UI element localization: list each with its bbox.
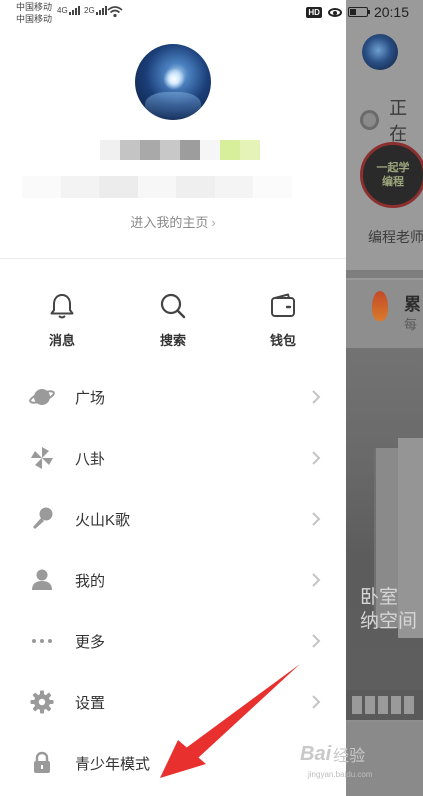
chevron-right-icon	[312, 390, 321, 404]
menu-item-more[interactable]: 更多	[0, 619, 346, 663]
profile-home-link[interactable]: 进入我的主页 ›	[0, 212, 346, 231]
battery-icon	[347, 7, 370, 17]
chevron-right-icon	[312, 634, 321, 648]
watermark-url: jingyan.baidu.com	[308, 770, 373, 779]
watermark-brand-cn: 经验	[333, 748, 366, 765]
carrier-2: 中国移动	[16, 14, 53, 24]
background-live-row: 正在	[360, 94, 423, 146]
divider	[0, 258, 346, 259]
background-app-content: 正在 一起学 编程 编程老师 累 每 卧室 纳空间	[346, 0, 423, 796]
badge-line-1: 一起学	[376, 162, 410, 174]
background-avatar	[362, 34, 398, 70]
chevron-right-icon: ›	[211, 215, 216, 230]
menu-item-label: 火山K歌	[75, 511, 131, 529]
watermark-brand: Bai	[300, 742, 332, 765]
pinwheel-icon	[29, 445, 55, 471]
chevron-right-icon	[312, 695, 321, 709]
background-teacher-text: 编程老师	[368, 229, 423, 245]
menu-item-label: 八卦	[75, 450, 106, 468]
quick-action-search[interactable]: 搜索	[143, 292, 203, 349]
background-card-title: 累	[404, 295, 421, 314]
live-icon	[360, 110, 380, 130]
menu-item-label: 青少年模式	[75, 755, 151, 773]
menu-item-karaoke[interactable]: 火山K歌	[0, 497, 346, 541]
menu-item-square[interactable]: 广场	[0, 375, 346, 419]
side-drawer: 进入我的主页 › 消息 搜索 钱包 广场 八卦 火山K歌 我的 更多 设置 青少…	[0, 0, 346, 796]
background-card-sub: 每	[404, 317, 418, 332]
flame-icon	[372, 291, 388, 321]
menu-item-label: 设置	[75, 694, 106, 712]
hd-badge: HD	[306, 6, 322, 18]
menu-item-teen-mode[interactable]: 青少年模式	[0, 741, 346, 785]
search-icon	[160, 293, 186, 319]
chevron-right-icon	[312, 573, 321, 587]
person-icon	[29, 567, 55, 593]
quick-action-messages[interactable]: 消息	[32, 292, 92, 349]
baidu-watermark: Bai 经验	[300, 742, 365, 766]
menu-item-settings[interactable]: 设置	[0, 680, 346, 724]
background-live-text: 正在	[389, 98, 408, 144]
home-link-label[interactable]: 进入我的主页	[130, 215, 208, 230]
network-type-2: 2G	[84, 6, 95, 15]
more-dots-icon	[29, 628, 55, 654]
quick-action-wallet[interactable]: 钱包	[253, 292, 313, 349]
clock: 20:15	[373, 4, 409, 20]
gear-icon	[29, 689, 55, 715]
background-course-badge: 一起学 编程	[360, 142, 423, 208]
wallet-icon	[271, 293, 295, 317]
profile-name-blurred	[100, 140, 260, 160]
lock-icon	[29, 750, 55, 776]
chevron-right-icon	[312, 451, 321, 465]
status-bar: 中国移动 中国移动 4G 2G HD 20:15	[0, 0, 423, 28]
quick-action-label: 消息	[48, 333, 75, 348]
carrier-info: 中国移动 中国移动	[16, 1, 52, 25]
background-photo	[346, 348, 423, 698]
planet-icon	[29, 384, 55, 410]
bell-icon	[50, 294, 74, 319]
microphone-icon	[29, 506, 55, 532]
signal-icon: 2G	[84, 6, 107, 15]
wifi-icon	[107, 6, 123, 18]
background-separator	[346, 270, 423, 278]
carrier-1: 中国移动	[16, 2, 53, 12]
profile-avatar[interactable]	[135, 44, 211, 120]
badge-line-2: 编程	[382, 176, 404, 188]
caption-line-2: 纳空间	[360, 611, 418, 632]
quick-action-label: 搜索	[159, 333, 186, 348]
status-right: HD 20:15	[306, 4, 409, 20]
eye-icon	[327, 7, 342, 17]
caption-line-1: 卧室	[360, 587, 399, 608]
background-photo-caption: 卧室 纳空间	[360, 586, 417, 634]
network-type-1: 4G	[57, 6, 68, 15]
menu-item-mine[interactable]: 我的	[0, 558, 346, 602]
signal-icon: 4G	[57, 6, 80, 15]
menu-item-label: 广场	[75, 389, 106, 407]
background-thumb-strip	[346, 690, 423, 720]
quick-action-label: 钱包	[269, 333, 296, 348]
menu-item-label: 更多	[75, 633, 106, 651]
chevron-right-icon	[312, 512, 321, 526]
menu-item-label: 我的	[75, 572, 106, 590]
menu-item-gossip[interactable]: 八卦	[0, 436, 346, 480]
profile-info-blurred	[22, 176, 293, 198]
